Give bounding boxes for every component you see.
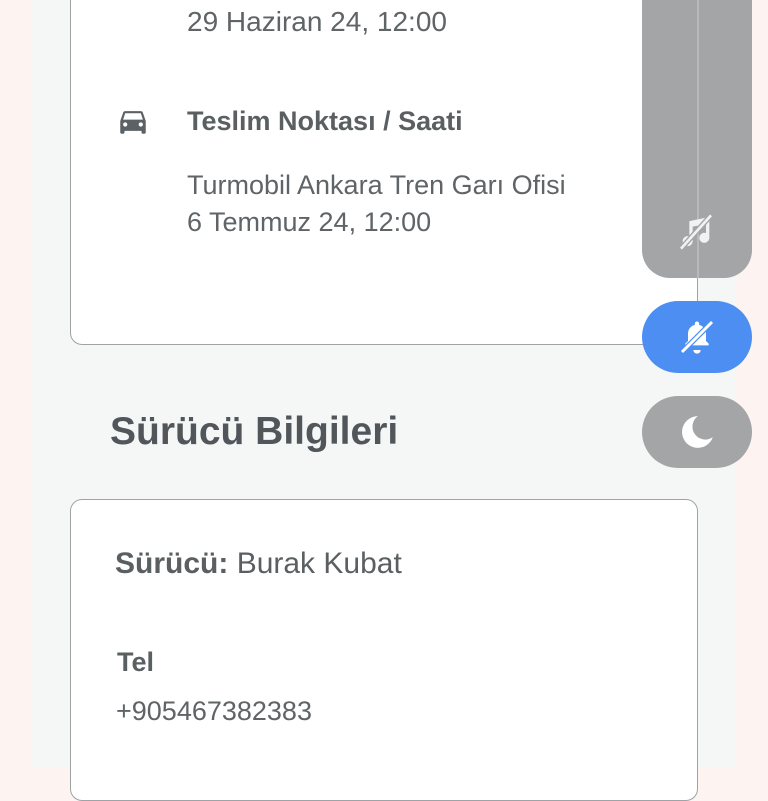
bell-off-icon: [680, 320, 714, 354]
dropoff-location: Turmobil Ankara Tren Garı Ofisi: [187, 170, 566, 200]
car-icon: [120, 111, 146, 134]
music-off-button[interactable]: [672, 208, 720, 256]
moon-button[interactable]: [642, 396, 752, 468]
pickup-date: 29 Haziran 24, 12:00: [187, 6, 447, 37]
music-off-icon: [679, 213, 713, 251]
driver-name: Burak Kubat: [236, 547, 402, 580]
driver-card: [70, 499, 698, 801]
bell-off-button[interactable]: [642, 301, 752, 373]
driver-line: Sürücü: Burak Kubat: [115, 547, 402, 581]
dropoff-date: 6 Temmuz 24, 12:00: [187, 207, 432, 237]
tel-label: Tel: [117, 647, 155, 677]
dropoff-title: Teslim Noktası / Saati: [187, 106, 463, 136]
moon-icon: [682, 416, 713, 448]
section-title: Sürücü Bilgileri: [110, 410, 399, 453]
driver-label: Sürücü:: [115, 547, 229, 580]
tel-value[interactable]: +905467382383: [116, 696, 312, 727]
